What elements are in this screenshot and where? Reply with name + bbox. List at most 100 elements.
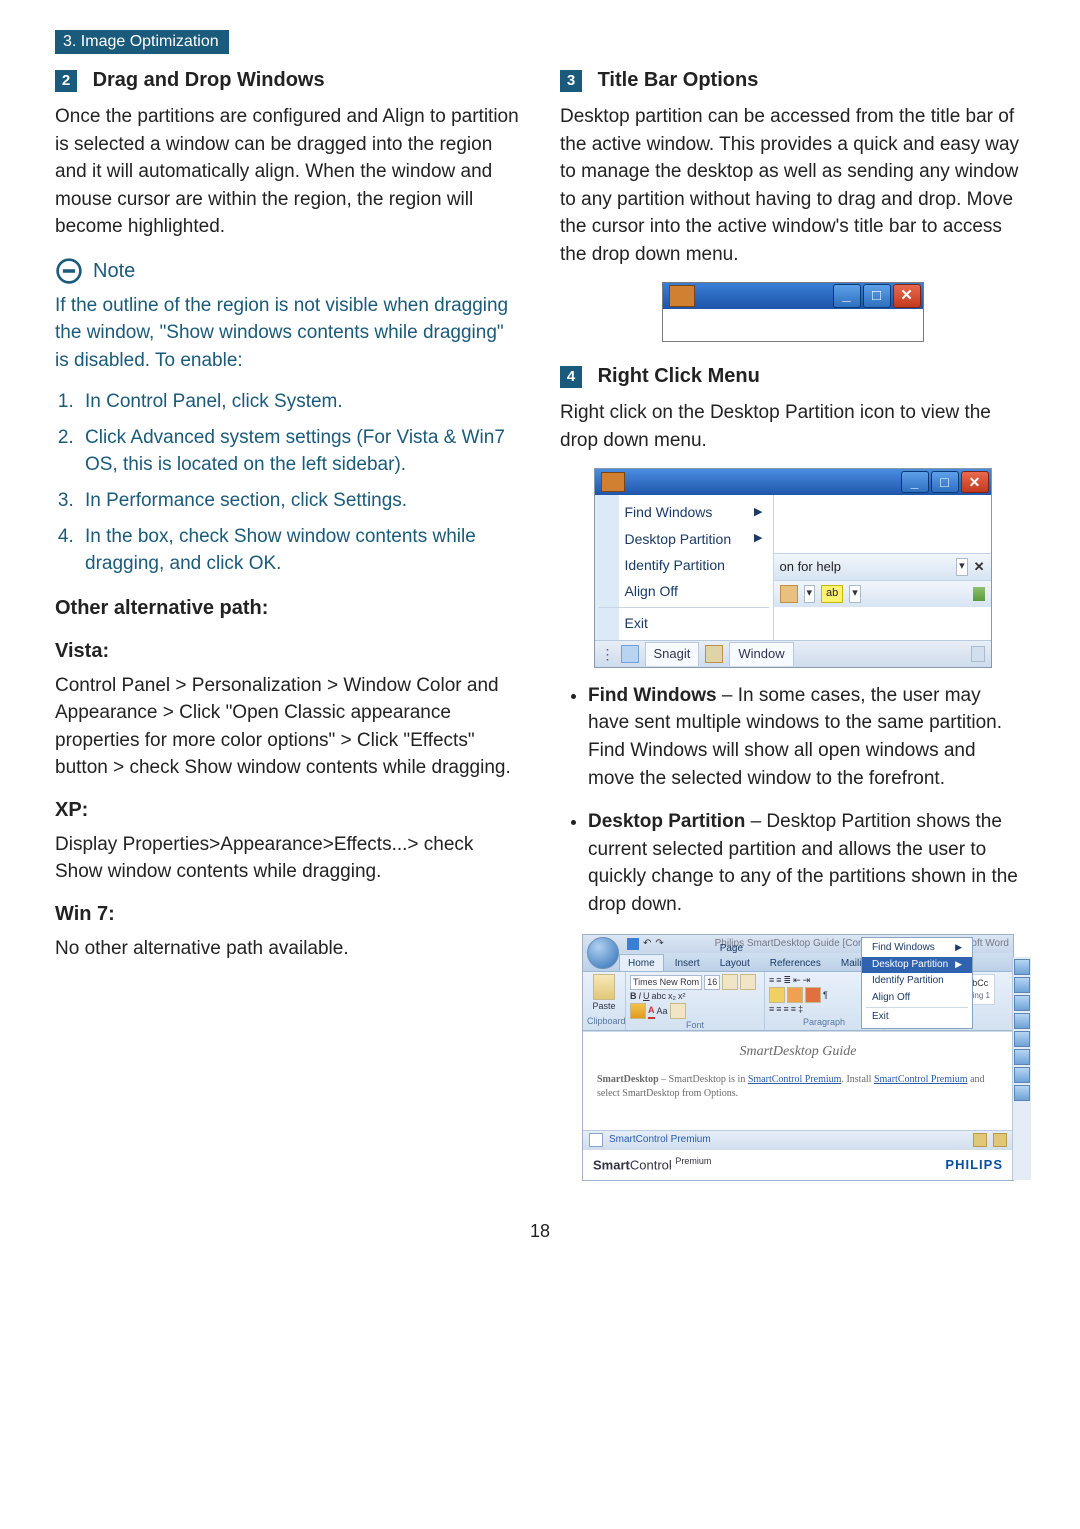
side-icon (1014, 1013, 1030, 1029)
partition-grid-icon (601, 472, 625, 492)
superscript-icon: x² (678, 990, 686, 1003)
bold-icon: B (630, 990, 637, 1003)
note-icon (55, 257, 83, 285)
win7-text: No other alternative path available. (55, 935, 520, 963)
shrink-font-icon (740, 974, 756, 990)
side-icon (1014, 1067, 1030, 1083)
paste-label: Paste (587, 1000, 621, 1013)
bullet-desktop-partition: Desktop Partition – Desktop Partition sh… (588, 808, 1025, 918)
close-icon: ✕ (961, 471, 989, 493)
dropdown-tiny-icon: ▾ (804, 585, 816, 603)
right-column: 3 Title Bar Options Desktop partition ca… (560, 62, 1025, 1181)
minimize-icon: _ (901, 471, 929, 493)
ribbon-tab-references: References (761, 954, 830, 972)
change-case-icon: Aa (657, 1005, 668, 1018)
sort-icon (805, 987, 821, 1003)
xp-text: Display Properties>Appearance>Effects...… (55, 831, 520, 886)
section-3-title: 3 Title Bar Options (560, 66, 1025, 95)
xp-heading: XP: (55, 796, 520, 825)
section-2-title-text: Drag and Drop Windows (93, 69, 325, 91)
show-marks-icon: ¶ (823, 989, 828, 1002)
grp-font-label: Font (630, 1019, 760, 1032)
section-2-badge: 2 (55, 70, 77, 92)
tab-window: Window (729, 642, 793, 666)
section-4-title-text: Right Click Menu (598, 365, 760, 387)
doc-title: SmartDesktop Guide (597, 1042, 999, 1062)
context-menu: Find Windows▶ Desktop Partition▶ Identif… (595, 495, 774, 639)
border-icon (787, 987, 803, 1003)
alt-heading: Other alternative path: (55, 594, 520, 623)
bullet-find-windows: Find Windows – In some cases, the user m… (588, 682, 1025, 792)
qat-save-icon (627, 938, 639, 950)
dropdown-tiny-icon: ▾ (849, 585, 861, 603)
maximize-icon: □ (931, 471, 959, 493)
multilevel-icon: ≣ (784, 974, 792, 987)
ctx-desktop-partition: Desktop Partition▶ (595, 526, 773, 552)
word-status-bar: SmartControl Premium (583, 1130, 1013, 1149)
note-label: Note (93, 257, 135, 286)
titlebar-screenshot: _ □ ✕ (662, 282, 924, 342)
tool-icon (780, 585, 798, 603)
minimize-icon: _ (833, 284, 861, 308)
submenu-arrow-icon: ▶ (955, 958, 962, 971)
win7-heading: Win 7: (55, 900, 520, 929)
contextmenu-screenshot: _ □ ✕ Find Windows▶ Desktop Partition▶ I… (594, 468, 992, 667)
align-center-icon: ≡ (776, 1003, 781, 1016)
brand-philips: PHILIPS (945, 1156, 1003, 1175)
close-icon: ✕ (893, 284, 921, 308)
doc-link-1: SmartControl Premium (748, 1074, 842, 1085)
word-partition-menu: Find Windows ▶ Desktop Partition ▶ Ident… (861, 937, 973, 1029)
wm-find-windows: Find Windows ▶ (862, 940, 972, 957)
align-right-icon: ≡ (784, 1003, 789, 1016)
app-icon (621, 645, 639, 663)
section-4-title: 4 Right Click Menu (560, 362, 1025, 391)
doc-body-bold: SmartDesktop (597, 1074, 659, 1085)
ribbon-tab-home: Home (619, 954, 664, 972)
section-4-body: Right click on the Desktop Partition ico… (560, 399, 1025, 454)
qat-undo-icon: ↶ (643, 937, 651, 952)
maximize-icon: □ (863, 284, 891, 308)
status-btn-icon (993, 1133, 1007, 1147)
clear-format-icon (670, 1003, 686, 1019)
word-screenshot: ↶ ↷ Philips SmartDesktop Guide [Compatib… (582, 934, 1014, 1181)
underline-icon: U (643, 990, 650, 1003)
section-2-title: 2 Drag and Drop Windows (55, 66, 520, 95)
chapter-tag: 3. Image Optimization (55, 30, 229, 54)
feature-bullets: Find Windows – In some cases, the user m… (560, 682, 1025, 918)
wm-identify-partition: Identify Partition (862, 973, 972, 990)
partition-grid-icon (669, 285, 695, 307)
subscript-icon: x₂ (668, 990, 676, 1003)
shading-icon (769, 987, 785, 1003)
align-left-icon: ≡ (769, 1003, 774, 1016)
bullets-icon: ≡ (769, 974, 774, 987)
ctx-align-off: Align Off (595, 578, 773, 604)
ribbon-tab-insert: Insert (666, 954, 709, 972)
justify-icon: ≡ (791, 1003, 796, 1016)
section-2-body: Once the partitions are configured and A… (55, 103, 520, 241)
page-number: 18 (55, 1221, 1025, 1242)
wm-align-off: Align Off (862, 990, 972, 1007)
note-step-3: In Performance section, click Settings. (79, 487, 520, 515)
submenu-arrow-icon: ▶ (955, 941, 962, 954)
side-icon (1014, 995, 1030, 1011)
brand-bar: SmartControl Premium PHILIPS (583, 1149, 1013, 1180)
taskbar-sideicons (1012, 957, 1031, 1180)
office-orb-icon (587, 937, 619, 969)
dropdown-tiny-icon: ▾ (956, 558, 968, 576)
side-icon (1014, 1049, 1030, 1065)
note-step-1: In Control Panel, click System. (79, 388, 520, 416)
scroll-handle-icon (973, 587, 985, 601)
grp-clipboard-label: Clipboard (587, 1015, 621, 1028)
font-name-box: Times New Rom (630, 975, 702, 990)
grip-icon: ⋮ (601, 644, 615, 664)
ctx-format-toolbar: ▾ ab ▾ (774, 580, 991, 607)
left-column: 2 Drag and Drop Windows Once the partiti… (55, 62, 520, 1181)
side-icon (1014, 1085, 1030, 1101)
qat-redo-icon: ↷ (655, 937, 663, 952)
font-color-icon: A (648, 1004, 655, 1019)
numbering-icon: ≡ (776, 974, 781, 987)
inc-indent-icon: ⇥ (803, 974, 811, 987)
dec-indent-icon: ⇤ (793, 974, 801, 987)
section-3-body: Desktop partition can be accessed from t… (560, 103, 1025, 268)
status-btn-icon (973, 1133, 987, 1147)
